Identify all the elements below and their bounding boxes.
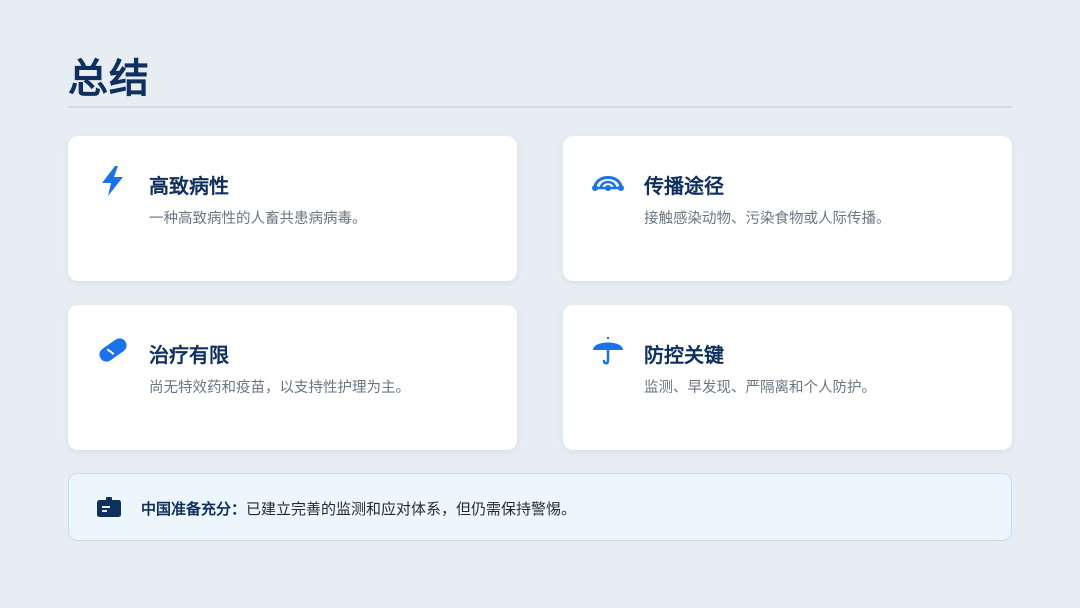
card-limited-treatment: 治疗有限 尚无特效药和疫苗，以支持性护理为主。 <box>68 305 517 450</box>
page-title: 总结 <box>68 56 150 102</box>
card-title: 高致病性 <box>149 174 229 198</box>
pill-capsule-icon <box>96 333 130 367</box>
card-high-pathogenicity: 高致病性 一种高致病性的人畜共患病病毒。 <box>68 136 517 281</box>
card-prevention-key: 防控关键 监测、早发现、严隔离和个人防护。 <box>563 305 1012 450</box>
id-card-icon <box>96 496 122 518</box>
card-transmission: 传播途径 接触感染动物、污染食物或人际传播。 <box>563 136 1012 281</box>
card-title: 传播途径 <box>644 174 724 198</box>
transmission-arc-icon <box>591 164 625 198</box>
note-text: 中国准备充分：已建立完善的监测和应对体系，但仍需保持警惕。 <box>141 498 576 519</box>
card-description: 尚无特效药和疫苗，以支持性护理为主。 <box>149 380 410 396</box>
card-description: 监测、早发现、严隔离和个人防护。 <box>644 380 876 396</box>
lightning-bolt-icon <box>96 164 130 198</box>
card-description: 一种高致病性的人畜共患病病毒。 <box>149 211 367 227</box>
title-divider <box>68 106 1012 108</box>
umbrella-icon <box>591 333 625 367</box>
card-description: 接触感染动物、污染食物或人际传播。 <box>644 211 891 227</box>
card-title: 防控关键 <box>644 343 724 367</box>
china-preparedness-note: 中国准备充分：已建立完善的监测和应对体系，但仍需保持警惕。 <box>68 473 1012 541</box>
note-label: 中国准备充分： <box>141 500 247 518</box>
card-title: 治疗有限 <box>149 343 229 367</box>
note-body: 已建立完善的监测和应对体系，但仍需保持警惕。 <box>246 500 577 518</box>
